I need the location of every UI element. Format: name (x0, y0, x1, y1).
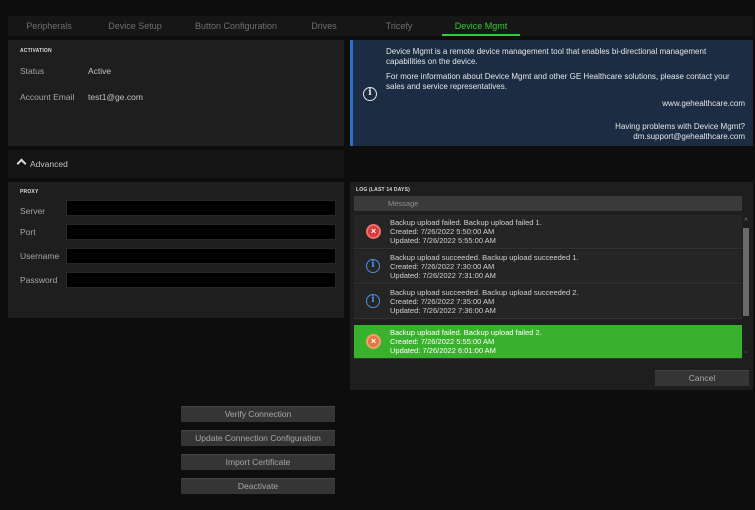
advanced-toggle[interactable]: Advanced (8, 150, 344, 178)
log-created: Created: 7/26/2022 5:55:00 AM (390, 337, 495, 346)
port-label: Port (20, 227, 36, 237)
info-line-2: capabilities on the device. (386, 57, 478, 66)
import-certificate-button[interactable]: Import Certificate (181, 454, 335, 470)
info-box: i Device Mgmt is a remote device managem… (350, 40, 753, 146)
account-email-value: test1@ge.com (88, 92, 143, 102)
error-icon: × (366, 334, 381, 349)
log-message: Backup upload failed. Backup upload fail… (390, 328, 542, 337)
proxy-panel: PROXY Server Port Username Password (8, 182, 344, 318)
support-email-link[interactable]: dm.support@gehealthcare.com (633, 132, 745, 142)
tab-drives[interactable]: Drives (292, 16, 356, 36)
log-message: Backup upload succeeded. Backup upload s… (390, 288, 579, 297)
tab-device-setup[interactable]: Device Setup (90, 16, 180, 36)
log-updated: Updated: 7/26/2022 5:55:00 AM (390, 236, 496, 245)
website-link[interactable]: www.gehealthcare.com (662, 99, 745, 109)
account-email-label: Account Email (20, 92, 75, 102)
scroll-up-icon[interactable]: ^ (743, 218, 749, 226)
log-entry-selected[interactable]: × Backup upload failed. Backup upload fa… (354, 325, 742, 359)
port-input[interactable] (66, 224, 336, 240)
info-line-1: Device Mgmt is a remote device managemen… (386, 47, 707, 56)
tab-bar: Peripherals Device Setup Button Configur… (8, 16, 753, 36)
log-entry[interactable]: × Backup upload failed. Backup upload fa… (354, 215, 742, 249)
activation-panel: ACTIVATION Status Active Account Email t… (8, 40, 344, 146)
scroll-down-icon[interactable]: ˇ (743, 352, 749, 360)
log-column-header: Message (354, 196, 742, 211)
log-title: LOG (LAST 14 DAYS) (356, 187, 410, 193)
error-icon: × (366, 224, 381, 239)
server-label: Server (20, 206, 46, 216)
verify-connection-button[interactable]: Verify Connection (181, 406, 335, 422)
password-label: Password (20, 275, 58, 285)
problems-text: Having problems with Device Mgmt? (615, 122, 745, 131)
tab-button-configuration[interactable]: Button Configuration (180, 16, 292, 36)
server-input[interactable] (66, 200, 336, 216)
status-label: Status (20, 66, 45, 76)
tab-peripherals[interactable]: Peripherals (8, 16, 90, 36)
log-scrollbar[interactable]: ^ ˇ (743, 218, 749, 360)
scrollbar-thumb[interactable] (743, 228, 749, 316)
cancel-button[interactable]: Cancel (655, 370, 749, 386)
info-icon: i (366, 259, 380, 273)
log-updated: Updated: 7/26/2022 6:01:00 AM (390, 346, 496, 355)
log-message: Backup upload failed. Backup upload fail… (390, 218, 542, 227)
log-entry[interactable]: i Backup upload succeeded. Backup upload… (354, 250, 742, 284)
activation-title: ACTIVATION (20, 48, 52, 54)
username-label: Username (20, 251, 60, 261)
username-input[interactable] (66, 248, 336, 264)
info-icon: i (363, 87, 377, 101)
log-created: Created: 7/26/2022 5:50:00 AM (390, 227, 495, 236)
password-input[interactable] (66, 272, 336, 288)
log-created: Created: 7/26/2022 7:35:00 AM (390, 297, 495, 306)
tab-tricefy[interactable]: Tricefy (356, 16, 442, 36)
update-connection-configuration-button[interactable]: Update Connection Configuration (181, 430, 335, 446)
status-value: Active (88, 66, 112, 76)
deactivate-button[interactable]: Deactivate (181, 478, 335, 494)
log-message: Backup upload succeeded. Backup upload s… (390, 253, 579, 262)
info-line-4: sales and service representatives. (386, 82, 507, 91)
info-icon: i (366, 294, 380, 308)
log-created: Created: 7/26/2022 7:30:00 AM (390, 262, 495, 271)
message-column-label: Message (388, 199, 419, 208)
log-updated: Updated: 7/26/2022 7:36:00 AM (390, 306, 496, 315)
chevron-up-icon (16, 158, 27, 169)
tab-device-mgmt[interactable]: Device Mgmt (442, 16, 520, 36)
log-entry[interactable]: i Backup upload succeeded. Backup upload… (354, 285, 742, 319)
log-panel: LOG (LAST 14 DAYS) Message × Backup uplo… (350, 182, 753, 390)
proxy-title: PROXY (20, 189, 39, 195)
info-line-3: For more information about Device Mgmt a… (386, 72, 730, 81)
advanced-label: Advanced (30, 159, 68, 169)
log-updated: Updated: 7/26/2022 7:31:00 AM (390, 271, 496, 280)
